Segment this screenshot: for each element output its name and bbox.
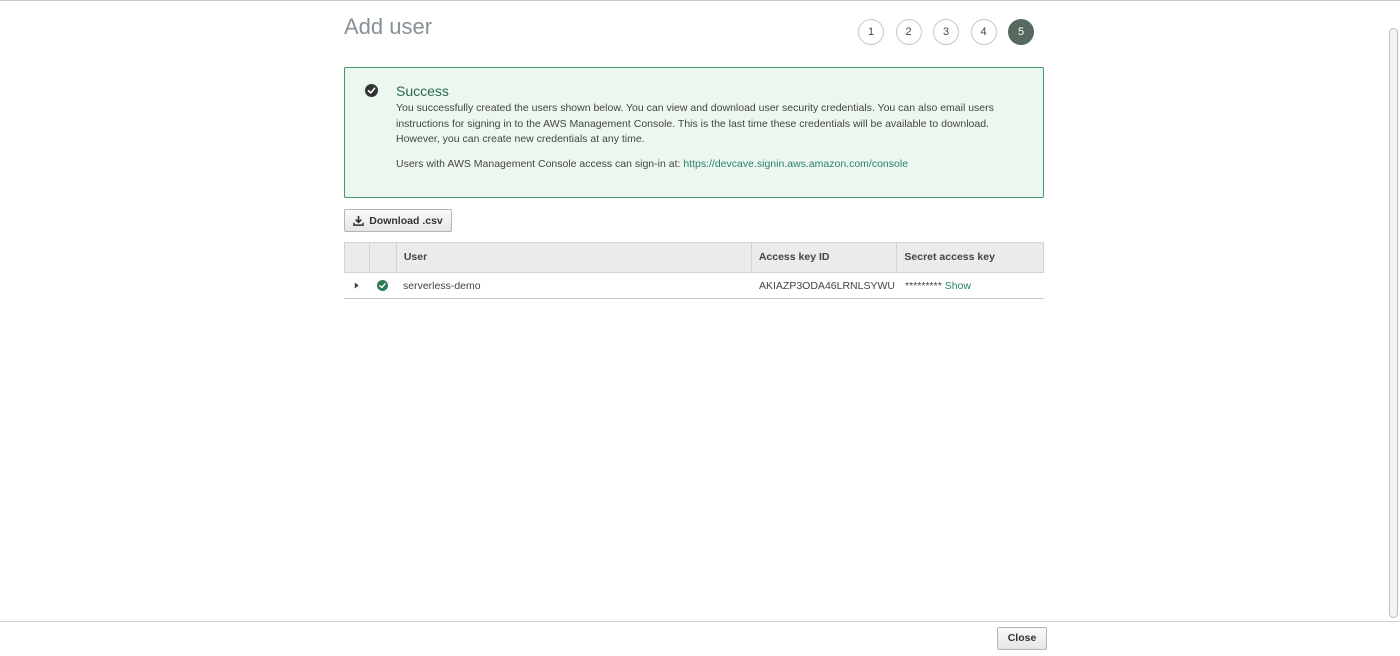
page-title: Add user — [344, 14, 433, 39]
download-icon — [353, 215, 365, 226]
header-secret-key[interactable]: Secret access key — [897, 243, 1043, 272]
caret-right-icon[interactable] — [353, 282, 360, 289]
cell-access-key: AKIAZP3ODA46LRNLSYWU — [759, 279, 895, 292]
secret-masked: ********* — [905, 279, 942, 292]
wizard-steps: 1 2 3 4 5 — [858, 19, 1034, 45]
console-signin-link[interactable]: https://devcave.signin.aws.amazon.com/co… — [683, 158, 908, 170]
top-border — [0, 0, 1400, 1]
scrollbar[interactable] — [1387, 28, 1400, 622]
step-3[interactable]: 3 — [933, 19, 959, 45]
console-signin-prefix: Users with AWS Management Console access… — [396, 158, 684, 170]
success-message: You successfully created the users shown… — [396, 102, 994, 145]
success-alert: Success You successfully created the use… — [344, 67, 1044, 198]
scrollbar-thumb[interactable] — [1389, 28, 1398, 618]
header-access-key[interactable]: Access key ID — [752, 243, 898, 272]
cell-secret-key: ********* Show — [898, 280, 1044, 292]
show-secret-link[interactable]: Show — [945, 280, 971, 292]
close-button[interactable]: Close — [997, 627, 1047, 650]
status-cell — [369, 280, 396, 291]
console-signin-text: Users with AWS Management Console access… — [396, 158, 908, 170]
header-user[interactable]: User — [397, 243, 752, 272]
step-5-current[interactable]: 5 — [1008, 19, 1034, 45]
step-1[interactable]: 1 — [858, 19, 884, 45]
step-4[interactable]: 4 — [970, 19, 997, 45]
download-csv-label: Download .csv — [369, 214, 443, 227]
check-circle-icon — [365, 84, 378, 97]
check-circle-icon — [377, 280, 388, 291]
step-2[interactable]: 2 — [895, 19, 922, 45]
table-header: User Access key ID Secret access key — [344, 242, 1044, 273]
expand-cell[interactable] — [344, 282, 369, 289]
table-row: serverless-demo AKIAZP3ODA46LRNLSYWU ***… — [344, 273, 1044, 299]
download-csv-button[interactable]: Download .csv — [344, 209, 452, 232]
cell-user: serverless-demo — [403, 279, 481, 292]
success-title: Success — [396, 83, 449, 99]
header-expand-col — [345, 243, 370, 272]
credentials-table: User Access key ID Secret access key ser… — [344, 242, 1044, 299]
footer-bar — [0, 621, 1400, 656]
header-status-col — [370, 243, 397, 272]
